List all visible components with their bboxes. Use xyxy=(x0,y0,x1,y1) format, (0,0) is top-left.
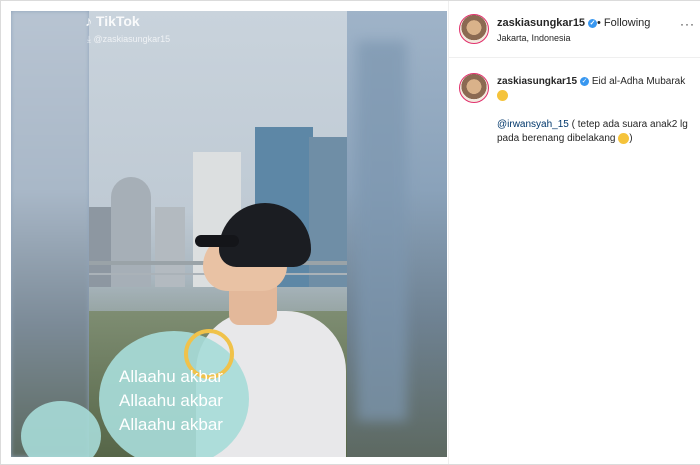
building xyxy=(111,177,151,287)
caption-avatar[interactable] xyxy=(459,73,489,103)
instagram-post: Allaahu akbar Allaahu akbar Allaahu akba… xyxy=(0,0,700,465)
video-player[interactable]: Allaahu akbar Allaahu akbar Allaahu akba… xyxy=(11,11,447,457)
tiktok-handle-text: @zaskiasungkar15 xyxy=(93,34,171,44)
building xyxy=(155,207,185,287)
header-username[interactable]: zaskiasungkar15 ✓ xyxy=(497,17,598,29)
emoji-icon xyxy=(618,132,630,144)
person-cap-brim xyxy=(195,235,239,247)
mention-link[interactable]: @irwansyah_15 xyxy=(497,119,569,130)
overlay-line: Allaahu akbar xyxy=(119,415,223,434)
tiktok-logo-text: TikTok xyxy=(95,13,140,29)
blurred-background-right xyxy=(347,11,447,457)
following-status[interactable]: • Following xyxy=(597,17,650,29)
post-caption: zaskiasungkar15 ✓ Eid al-Adha Mubarak xyxy=(497,75,687,103)
post-sidebar: zaskiasungkar15 ✓ • Following Jakarta, In… xyxy=(448,1,700,464)
caption-comment: @irwansyah_15 ( tetep ada suara anak2 lg… xyxy=(497,118,692,146)
more-options-icon[interactable]: ··· xyxy=(680,17,695,31)
emoji-icon xyxy=(497,89,508,101)
tiktok-handle: ⤓ @zaskiasungkar15 xyxy=(87,34,171,44)
tiktok-logo: ♪ TikTok xyxy=(85,13,140,29)
header-username-text[interactable]: zaskiasungkar15 xyxy=(497,17,585,29)
blurred-background-left xyxy=(11,11,89,457)
overlay-line: Allaahu akbar xyxy=(119,391,223,410)
caption-text: Eid al-Adha Mubarak xyxy=(591,76,686,87)
caption-username[interactable]: zaskiasungkar15 xyxy=(497,76,577,87)
verified-badge-icon: ✓ xyxy=(580,76,590,86)
comment-close: ) xyxy=(629,133,633,144)
location-link[interactable]: Jakarta, Indonesia xyxy=(497,33,571,43)
post-header: zaskiasungkar15 ✓ • Following Jakarta, In… xyxy=(449,1,700,58)
overlay-line: Allaahu akbar xyxy=(119,367,223,386)
video-overlay-text: Allaahu akbar Allaahu akbar Allaahu akba… xyxy=(119,365,223,437)
verified-badge-icon: ✓ xyxy=(588,18,598,28)
avatar[interactable] xyxy=(459,14,489,44)
